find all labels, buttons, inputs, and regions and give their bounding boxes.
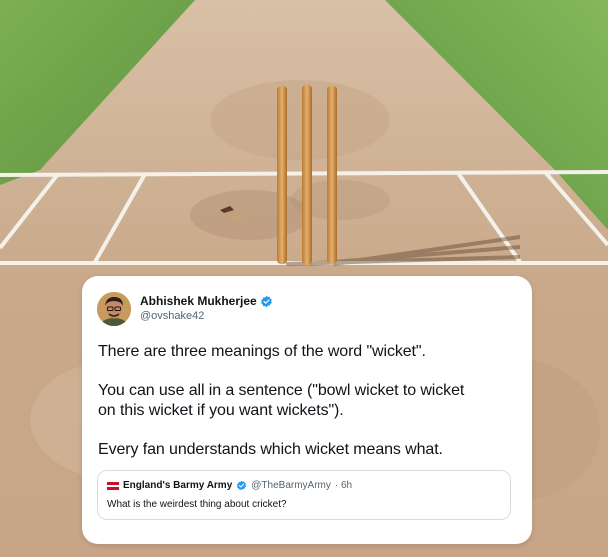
cricket-stumps-icon — [277, 85, 337, 265]
quoted-tweet-time: · 6h — [334, 480, 353, 491]
tweet-text-line-3: on this wicket if you want wickets"). — [98, 402, 344, 419]
avatar[interactable] — [97, 292, 131, 326]
tweet-text-line-1: There are three meanings of the word "wi… — [98, 343, 426, 360]
author-name[interactable]: Abhishek Mukherjee — [140, 294, 257, 308]
cricket-pitch-scene: Abhishek Mukherjee @ovshake42 There are … — [0, 0, 608, 557]
england-flag-icon — [107, 481, 119, 490]
tweet-card[interactable]: Abhishek Mukherjee @ovshake42 There are … — [82, 276, 532, 544]
tweet-text-line-4: Every fan understands which wicket means… — [98, 441, 443, 458]
quoted-author-name[interactable]: England's Barmy Army — [123, 480, 232, 491]
verified-icon — [260, 295, 272, 307]
author-name-row[interactable]: Abhishek Mukherjee — [140, 294, 273, 308]
quoted-tweet-text: What is the weirdest thing about cricket… — [107, 499, 287, 510]
quoted-tweet-card[interactable]: England's Barmy Army @TheBarmyArmy · 6h … — [97, 470, 511, 520]
verified-icon — [237, 480, 247, 491]
tweet-text-line-2: You can use all in a sentence ("bowl wic… — [98, 382, 465, 399]
quoted-author-handle[interactable]: @TheBarmyArmy — [251, 480, 331, 491]
quoted-tweet-header: England's Barmy Army @TheBarmyArmy · 6h — [107, 480, 352, 491]
author-handle[interactable]: @ovshake42 — [140, 310, 204, 322]
